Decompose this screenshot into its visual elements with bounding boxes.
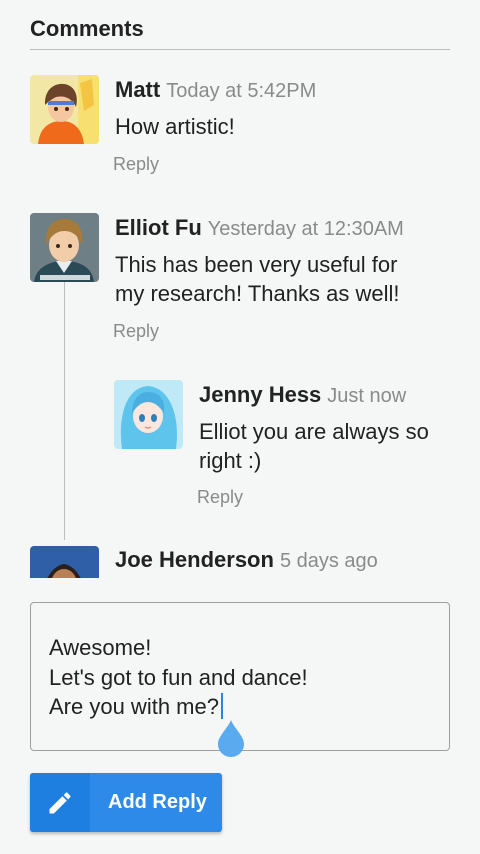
author-name[interactable]: Joe Henderson — [115, 547, 274, 572]
avatar-joe-icon — [30, 546, 99, 578]
timestamp: Yesterday at 12:30AM — [207, 218, 404, 240]
author-name[interactable]: Jenny Hess — [199, 382, 321, 407]
comment-text: Elliot you are always so right :) — [199, 419, 429, 473]
avatar-elliot-icon — [30, 213, 99, 282]
reply-link[interactable]: Reply — [113, 154, 159, 175]
add-reply-label: Add Reply — [108, 791, 207, 813]
pencil-icon — [30, 773, 90, 832]
comment-elliot-fu: Elliot Fu Yesterday at 12:30AM This has b… — [0, 190, 480, 350]
avatar[interactable] — [30, 75, 99, 144]
comments-list[interactable]: Matt Today at 5:42PM How artistic! Reply … — [0, 50, 480, 578]
avatar[interactable] — [30, 546, 99, 578]
avatar-matt-icon — [30, 75, 99, 144]
comment-matt: Matt Today at 5:42PM How artistic! Reply — [0, 50, 480, 190]
author-name[interactable]: Elliot Fu — [115, 215, 202, 240]
reply-link[interactable]: Reply — [113, 321, 159, 342]
timestamp: Just now — [327, 385, 407, 407]
caret-handle-icon[interactable] — [216, 718, 246, 758]
reply-link[interactable]: Reply — [197, 487, 243, 508]
comment-text: This has been very useful for my researc… — [115, 252, 400, 306]
avatar-jenny-icon — [114, 380, 183, 449]
text-caret — [220, 693, 223, 719]
comment-text: How artistic! — [115, 114, 235, 139]
author-name[interactable]: Matt — [115, 77, 160, 102]
page-title: Comments — [30, 16, 144, 41]
avatar[interactable] — [30, 213, 99, 282]
timestamp: 5 days ago — [279, 550, 378, 572]
comment-joe-henderson: Joe Henderson 5 days ago — [0, 525, 480, 578]
avatar[interactable] — [114, 380, 183, 449]
timestamp: Today at 5:42PM — [166, 80, 317, 102]
comment-jenny-hess: Jenny Hess Just now Elliot you are always… — [0, 350, 480, 525]
add-reply-button[interactable]: Add Reply — [30, 773, 222, 832]
